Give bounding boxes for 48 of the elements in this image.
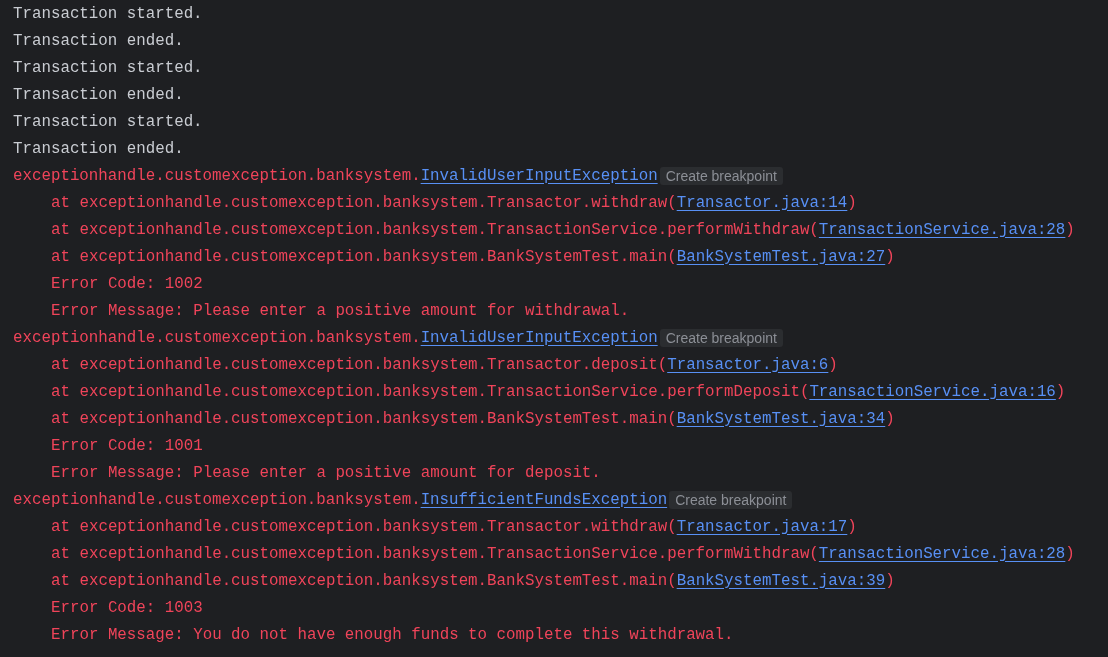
closing-paren-text: ): [828, 354, 838, 376]
closing-paren-text: ): [885, 246, 895, 268]
stack-frame-text: at exceptionhandle.customexception.banksystem.Transactor.withdraw(: [51, 192, 677, 214]
closing-paren-text: ): [847, 516, 857, 538]
source-location-link[interactable]: BankSystemTest.java:27: [676, 244, 886, 269]
error-detail-line: Error Code: 1002: [51, 273, 203, 295]
console-output-line: Transaction started.: [13, 57, 203, 79]
error-detail-line: Error Code: 1003: [51, 597, 203, 619]
source-location-link[interactable]: Transactor.java:6: [667, 352, 829, 377]
console-output-line: Transaction ended.: [13, 84, 184, 106]
exception-package-text: exceptionhandle.customexception.banksystem.: [13, 489, 421, 511]
source-location-link[interactable]: TransactionService.java:16: [809, 379, 1056, 404]
closing-paren-text: ): [1055, 381, 1066, 403]
closing-paren-text: ): [885, 408, 895, 430]
stack-frame-text: at exceptionhandle.customexception.banksystem.BankSystemTest.main(: [51, 246, 677, 268]
closing-paren-text: ): [1065, 219, 1075, 241]
stack-frame-text: at exceptionhandle.customexception.banksystem.BankSystemTest.main(: [51, 408, 677, 430]
exception-class-link[interactable]: InvalidUserInputException: [420, 163, 658, 188]
console-output-line: Transaction started.: [13, 111, 203, 133]
stack-frame-text: at exceptionhandle.customexception.banksystem.Transactor.withdraw(: [51, 516, 677, 538]
source-location-link[interactable]: BankSystemTest.java:34: [676, 406, 886, 431]
create-breakpoint-button[interactable]: Create breakpoint: [669, 490, 793, 509]
source-location-link[interactable]: BankSystemTest.java:39: [676, 568, 886, 593]
error-detail-line: Error Message: Please enter a positive amount for deposit.: [51, 462, 601, 484]
exception-package-text: exceptionhandle.customexception.banksystem.: [13, 327, 421, 349]
create-breakpoint-button[interactable]: Create breakpoint: [659, 328, 783, 347]
source-location-link[interactable]: TransactionService.java:28: [818, 217, 1066, 242]
create-breakpoint-button[interactable]: Create breakpoint: [659, 166, 783, 185]
stack-frame-text: at exceptionhandle.customexception.banksystem.TransactionService.performDeposit(: [51, 381, 810, 403]
closing-paren-text: ): [885, 570, 895, 592]
error-detail-line: Error Message: You do not have enough funds to complete this withdrawal.: [51, 624, 734, 646]
source-location-link[interactable]: TransactionService.java:28: [818, 541, 1066, 566]
closing-paren-text: ): [1065, 543, 1075, 565]
source-location-link[interactable]: Transactor.java:17: [676, 514, 848, 539]
console-output-line: Transaction started.: [13, 3, 203, 25]
stack-frame-text: at exceptionhandle.customexception.banksystem.TransactionService.performWithdraw(: [51, 219, 819, 241]
stack-frame-text: at exceptionhandle.customexception.banksystem.Transactor.deposit(: [51, 354, 668, 376]
exception-package-text: exceptionhandle.customexception.banksystem.: [13, 165, 421, 187]
exception-class-link[interactable]: InsufficientFundsException: [420, 487, 668, 512]
source-location-link[interactable]: Transactor.java:14: [676, 190, 848, 215]
stack-frame-text: at exceptionhandle.customexception.banksystem.BankSystemTest.main(: [51, 570, 677, 592]
console-output-line: Transaction ended.: [13, 30, 184, 52]
exception-class-link[interactable]: InvalidUserInputException: [420, 325, 658, 350]
error-detail-line: Error Code: 1001: [51, 435, 203, 457]
stack-frame-text: at exceptionhandle.customexception.banksystem.TransactionService.performWithdraw(: [51, 543, 819, 565]
closing-paren-text: ): [847, 192, 857, 214]
error-detail-line: Error Message: Please enter a positive amount for withdrawal.: [51, 300, 630, 322]
console-output-line: Transaction ended.: [13, 138, 184, 160]
